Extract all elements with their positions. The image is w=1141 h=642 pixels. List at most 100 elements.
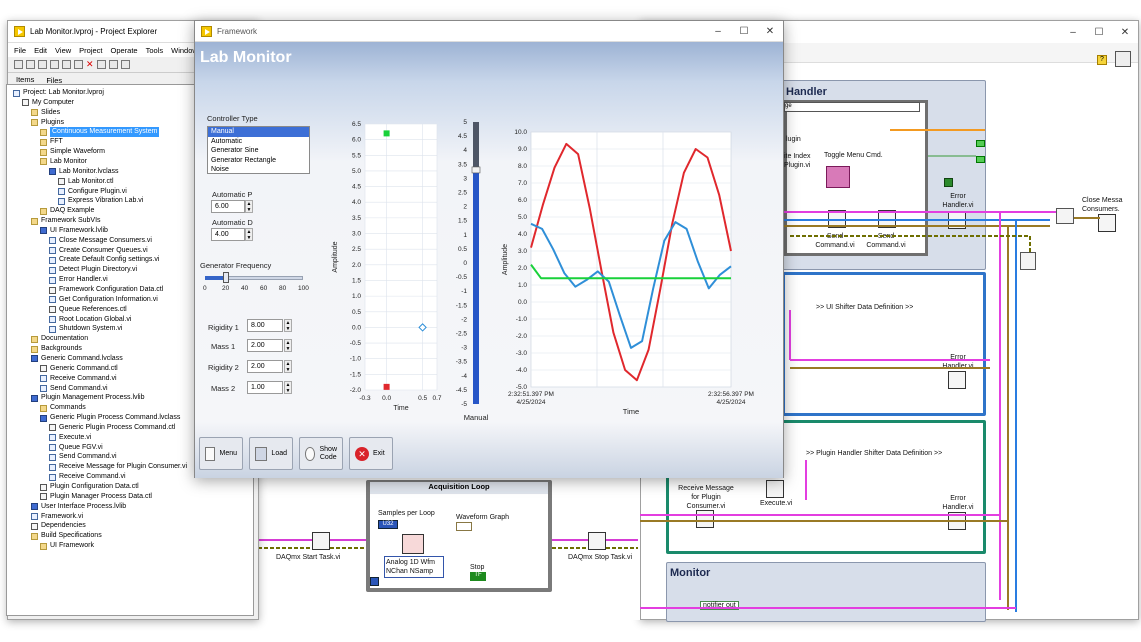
menu-button[interactable]: Menu [199, 437, 243, 470]
deploy-icon[interactable] [108, 60, 118, 69]
point-chart-y-tick: 1.5 [352, 277, 361, 284]
tree-item[interactable]: Receive Command.vi [49, 472, 126, 482]
tree-item[interactable]: Commands [40, 403, 86, 413]
tree-item[interactable]: Plugin Configuration Data.ctl [40, 482, 139, 492]
samples-per-loop-control[interactable]: U32 [378, 520, 398, 529]
tree-item[interactable]: Lab Monitor [40, 157, 87, 167]
tree-item[interactable]: FFT [40, 137, 63, 147]
tree-item[interactable]: Receive Command.vi [40, 374, 117, 384]
new-icon[interactable] [14, 60, 23, 69]
tree-item-label: UI Framework [50, 542, 94, 550]
manual-slider-thumb[interactable] [471, 166, 481, 174]
tree-item[interactable]: Root Location Global.vi [49, 315, 131, 325]
tree-item[interactable]: Plugin Management Process.lvlib [31, 393, 145, 403]
delete-icon[interactable]: ✕ [86, 59, 94, 70]
tree-item[interactable]: Build Specifications [31, 531, 102, 541]
tree-item[interactable]: Create Consumer Queues.vi [49, 246, 148, 256]
fp-close-icon[interactable]: ✕ [757, 26, 783, 37]
tree-item[interactable]: Receive Message for Plugin Consumer.vi [49, 462, 187, 472]
fp-maximize-icon[interactable]: ☐ [731, 26, 757, 37]
tree-item[interactable]: User Interface Process.lvlib [31, 502, 126, 512]
fp-minimize-icon[interactable]: – [705, 26, 731, 37]
merge-node[interactable] [1020, 252, 1036, 270]
tree-item[interactable]: Plugin Manager Process Data.ctl [40, 492, 152, 502]
vi-icon [49, 266, 56, 274]
tree-item[interactable]: Create Default Config settings.vi [49, 255, 159, 265]
view-icon[interactable] [120, 60, 130, 69]
copy-icon[interactable] [62, 60, 71, 69]
build-icon[interactable] [96, 60, 106, 69]
charts-area: 6.5 6.0 5.5 5.0 4.5 4.0 3.5 3.0 2.5 2.0 1.5 1.0 0.5 0… [332, 119, 754, 422]
waveform-y-tick: 5.0 [518, 214, 527, 221]
tree-item[interactable]: Lab Monitor.lvclass [49, 167, 119, 177]
stop-terminal[interactable]: TF [470, 572, 486, 581]
tree-item[interactable]: Lab Monitor.ctl [58, 177, 114, 187]
tree-item[interactable]: Generic Plugin Process Command.lvclass [40, 413, 180, 423]
waveform-x-end-date: 4/25/2024 [717, 399, 746, 406]
tree-item[interactable]: Plugins [31, 118, 64, 128]
tree-item[interactable]: Generic Plugin Process Command.ctl [49, 423, 175, 433]
tree-item[interactable]: Framework Configuration Data.ctl [49, 285, 163, 295]
tree-item-label: User Interface Process.lvlib [41, 502, 127, 510]
waveform-y-tick: 8.0 [518, 163, 527, 170]
open-icon[interactable] [26, 60, 35, 69]
bundle-node[interactable] [1056, 208, 1074, 224]
menu-item-operate[interactable]: Operate [111, 46, 138, 55]
tree-item[interactable]: Express Vibration Lab.vi [58, 196, 143, 206]
menu-item-project[interactable]: Project [79, 46, 102, 55]
save-icon[interactable] [38, 60, 47, 69]
tree-item[interactable]: Close Message Consumers.vi [49, 236, 152, 246]
tree-item[interactable]: Slides [31, 108, 60, 118]
cut-icon[interactable] [50, 60, 59, 69]
tree-item[interactable]: My Computer [22, 98, 74, 108]
tree-item[interactable]: Generic Command.lvclass [31, 354, 123, 364]
waveform-y-tick: 9.0 [518, 146, 527, 153]
tree-item[interactable]: Generic Command.ctl [40, 364, 118, 374]
tree-item-label: Queue FGV.vi [59, 443, 103, 451]
manual-slider-tick: -1 [461, 288, 467, 295]
tree-item-label: DAQ Example [50, 207, 95, 215]
show-code-button[interactable]: Show Code [299, 437, 343, 470]
waveform-y-tick: -2.0 [516, 333, 528, 340]
tree-item[interactable]: Framework SubVIs [31, 216, 101, 226]
tree-item[interactable]: Configure Plugin.vi [58, 187, 127, 197]
load-button[interactable]: Load [249, 437, 293, 470]
menu-item-edit[interactable]: Edit [34, 46, 47, 55]
tree-item[interactable]: Send Command.vi [40, 384, 108, 394]
daq-stop-node[interactable] [588, 532, 606, 550]
tree-item-label: Generic Command.ctl [50, 364, 118, 372]
menu-item-tools[interactable]: Tools [146, 46, 164, 55]
tree-item[interactable]: UI Framework [40, 541, 94, 551]
tree-item[interactable]: Shutdown System.vi [49, 324, 122, 334]
tree-item[interactable]: UI Framework.lvlib [40, 226, 108, 236]
tree-item[interactable]: Simple Waveform [40, 147, 105, 157]
waveform-graph-terminal[interactable] [456, 522, 472, 531]
tree-item[interactable]: Send Command.vi [49, 452, 117, 462]
exit-button[interactable]: ✕ Exit [349, 437, 393, 470]
tree-item[interactable]: Framework.vi [31, 512, 83, 522]
vi-icon [31, 513, 38, 521]
tree-item[interactable]: Detect Plugin Directory.vi [49, 265, 137, 275]
tree-item[interactable]: Error Handler.vi [49, 275, 108, 285]
tree-item[interactable]: Project: Lab Monitor.lvproj [13, 88, 104, 98]
menu-item-view[interactable]: View [55, 46, 71, 55]
tree-item-label: My Computer [32, 98, 75, 106]
tree-item[interactable]: Backgrounds [31, 344, 82, 354]
tree-item[interactable]: Execute.vi [49, 433, 91, 443]
tree-item[interactable]: Queue FGV.vi [49, 443, 103, 453]
paste-icon[interactable] [74, 60, 83, 69]
tree-item-label: Create Consumer Queues.vi [59, 246, 148, 254]
tree-item[interactable]: Continuous Measurement System [40, 127, 160, 138]
ctl-icon [49, 286, 56, 294]
tree-item[interactable]: Queue References.ctl [49, 305, 127, 315]
tree-item[interactable]: Dependencies [31, 521, 86, 531]
ctl-icon [40, 493, 47, 501]
menu-item-file[interactable]: File [14, 46, 26, 55]
tree-item[interactable]: Documentation [31, 334, 88, 344]
daqmx-read-node[interactable] [402, 534, 424, 554]
daq-start-node[interactable] [312, 532, 330, 550]
point-chart-y-tick: 6.0 [352, 137, 361, 144]
tree-item[interactable]: Get Configuration Information.vi [49, 295, 158, 305]
manual-slider-tick: -2.5 [456, 331, 468, 338]
tree-item[interactable]: DAQ Example [40, 206, 94, 216]
